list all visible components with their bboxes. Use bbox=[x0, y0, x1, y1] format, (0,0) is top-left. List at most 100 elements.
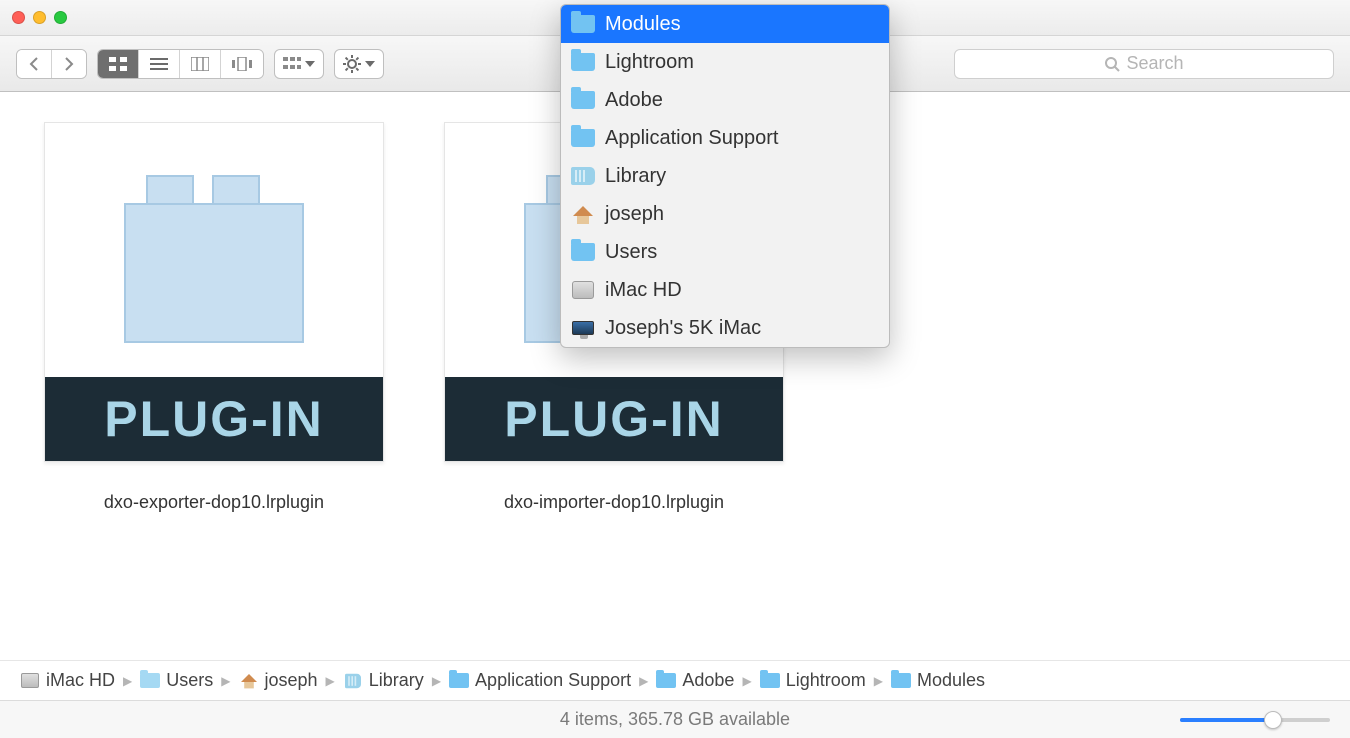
action-button[interactable] bbox=[334, 49, 384, 79]
nav-buttons bbox=[16, 49, 87, 79]
folder-icon bbox=[760, 673, 780, 689]
path-bar-item[interactable]: Application Support bbox=[449, 670, 631, 691]
traffic-lights bbox=[12, 11, 67, 24]
path-popup-menu: Modules Lightroom Adobe Application Supp… bbox=[560, 4, 890, 348]
path-bar-item[interactable]: Lightroom bbox=[760, 670, 866, 691]
slider-thumb[interactable] bbox=[1264, 711, 1282, 729]
path-popup-item-label: Application Support bbox=[605, 127, 778, 150]
path-separator-icon: ▶ bbox=[123, 674, 132, 688]
plugin-file-icon: PLUG-IN bbox=[44, 122, 384, 462]
fullscreen-window-button[interactable] bbox=[54, 11, 67, 24]
path-popup-item[interactable]: joseph bbox=[561, 195, 889, 233]
back-button[interactable] bbox=[17, 50, 52, 78]
library-icon bbox=[571, 166, 595, 186]
close-window-button[interactable] bbox=[12, 11, 25, 24]
plugin-band-text: PLUG-IN bbox=[104, 390, 324, 448]
path-popup-item[interactable]: Library bbox=[561, 157, 889, 195]
arrange-button[interactable] bbox=[274, 49, 324, 79]
path-separator-icon: ▶ bbox=[221, 674, 230, 688]
chevron-right-icon bbox=[63, 57, 75, 71]
path-bar-label: Lightroom bbox=[786, 670, 866, 691]
path-bar-label: iMac HD bbox=[46, 670, 115, 691]
view-coverflow-button[interactable] bbox=[221, 50, 263, 78]
path-separator-icon: ▶ bbox=[874, 674, 883, 688]
library-icon bbox=[343, 673, 363, 689]
path-popup-item-label: iMac HD bbox=[605, 279, 682, 302]
view-column-button[interactable] bbox=[180, 50, 221, 78]
path-bar-item[interactable]: Library bbox=[343, 670, 424, 691]
path-bar-label: Application Support bbox=[475, 670, 631, 691]
file-item[interactable]: PLUG-IN dxo-exporter-dop10.lrplugin bbox=[44, 122, 384, 660]
arrange-icon bbox=[283, 57, 301, 71]
folder-icon bbox=[449, 673, 469, 689]
folder-icon bbox=[656, 673, 676, 689]
path-popup-item[interactable]: Modules bbox=[561, 5, 889, 43]
path-popup-item[interactable]: iMac HD bbox=[561, 271, 889, 309]
view-list-button[interactable] bbox=[139, 50, 180, 78]
file-name-label: dxo-importer-dop10.lrplugin bbox=[504, 492, 724, 513]
path-bar-item[interactable]: joseph bbox=[239, 670, 318, 691]
path-popup-item-label: joseph bbox=[605, 203, 664, 226]
hdd-icon bbox=[20, 673, 40, 689]
path-bar-label: Adobe bbox=[682, 670, 734, 691]
icon-view-icon bbox=[109, 57, 127, 71]
chevron-left-icon bbox=[28, 57, 40, 71]
path-popup-item[interactable]: Lightroom bbox=[561, 43, 889, 81]
folder-icon bbox=[891, 673, 911, 689]
search-icon bbox=[1104, 56, 1120, 72]
folder-icon bbox=[571, 242, 595, 262]
search-placeholder: Search bbox=[1126, 53, 1183, 74]
status-text: 4 items, 365.78 GB available bbox=[560, 709, 790, 730]
home-icon bbox=[571, 204, 595, 224]
folder-icon bbox=[571, 90, 595, 110]
path-bar-label: Users bbox=[166, 670, 213, 691]
path-popup-item-label: Modules bbox=[605, 13, 681, 36]
column-view-icon bbox=[191, 57, 209, 71]
path-bar-item[interactable]: Users bbox=[140, 670, 213, 691]
path-bar: iMac HD ▶ Users ▶ joseph ▶ Library ▶ App… bbox=[0, 660, 1350, 700]
path-separator-icon: ▶ bbox=[742, 674, 751, 688]
gear-icon bbox=[343, 55, 361, 73]
hdd-icon bbox=[571, 280, 595, 300]
path-popup-item-label: Library bbox=[605, 165, 666, 188]
path-popup-item[interactable]: Joseph's 5K iMac bbox=[561, 309, 889, 347]
folder-icon bbox=[571, 128, 595, 148]
forward-button[interactable] bbox=[52, 50, 86, 78]
path-popup-item[interactable]: Application Support bbox=[561, 119, 889, 157]
path-separator-icon: ▶ bbox=[432, 674, 441, 688]
path-separator-icon: ▶ bbox=[639, 674, 648, 688]
view-mode-buttons bbox=[97, 49, 264, 79]
path-popup-item-label: Users bbox=[605, 241, 657, 264]
folder-icon bbox=[571, 14, 595, 34]
path-popup-item[interactable]: Users bbox=[561, 233, 889, 271]
path-bar-item[interactable]: iMac HD bbox=[20, 670, 115, 691]
list-view-icon bbox=[150, 57, 168, 71]
file-name-label: dxo-exporter-dop10.lrplugin bbox=[104, 492, 324, 513]
plugin-band-text: PLUG-IN bbox=[504, 390, 724, 448]
folder-icon bbox=[140, 673, 160, 689]
path-popup-item-label: Lightroom bbox=[605, 51, 694, 74]
path-bar-label: Modules bbox=[917, 670, 985, 691]
folder-icon bbox=[571, 52, 595, 72]
path-popup-item-label: Adobe bbox=[605, 89, 663, 112]
search-field[interactable]: Search bbox=[954, 49, 1334, 79]
coverflow-view-icon bbox=[232, 57, 252, 71]
view-icon-button[interactable] bbox=[98, 50, 139, 78]
path-bar-label: Library bbox=[369, 670, 424, 691]
file-browser-area: PLUG-IN dxo-exporter-dop10.lrplugin PLUG… bbox=[0, 92, 1350, 660]
status-bar: 4 items, 365.78 GB available bbox=[0, 700, 1350, 738]
slider-fill bbox=[1180, 718, 1273, 722]
icon-size-slider[interactable] bbox=[1180, 710, 1330, 730]
path-popup-item[interactable]: Adobe bbox=[561, 81, 889, 119]
path-bar-item[interactable]: Modules bbox=[891, 670, 985, 691]
path-bar-label: joseph bbox=[265, 670, 318, 691]
imac-icon bbox=[571, 318, 595, 338]
chevron-down-icon bbox=[365, 61, 375, 67]
chevron-down-icon bbox=[305, 61, 315, 67]
minimize-window-button[interactable] bbox=[33, 11, 46, 24]
home-icon bbox=[239, 673, 259, 689]
path-bar-item[interactable]: Adobe bbox=[656, 670, 734, 691]
path-separator-icon: ▶ bbox=[326, 674, 335, 688]
path-popup-item-label: Joseph's 5K iMac bbox=[605, 317, 761, 340]
slider-track bbox=[1180, 718, 1330, 722]
